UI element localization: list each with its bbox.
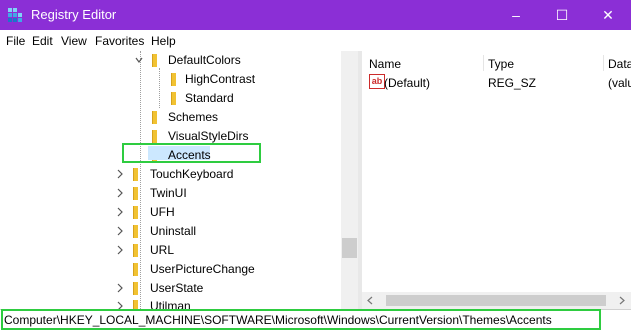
tree-item-label: HighContrast — [185, 72, 256, 86]
list-scrollbar-thumb[interactable] — [386, 295, 606, 306]
tree-item-highcontrast[interactable]: HighContrast — [0, 70, 341, 89]
folder-icon — [133, 187, 138, 200]
chevron-right-icon[interactable] — [116, 301, 124, 309]
tree-item-url[interactable]: URL — [0, 241, 341, 260]
tree-item-label: UFH — [150, 205, 175, 219]
chevron-right-icon[interactable] — [116, 188, 124, 198]
folder-icon — [152, 130, 157, 143]
minimize-button[interactable]: – — [493, 0, 539, 30]
folder-icon — [133, 263, 138, 276]
maximize-button[interactable]: ☐ — [539, 0, 585, 30]
menu-file[interactable]: File — [6, 34, 25, 48]
tree-item-label: VisualStyleDirs — [168, 129, 249, 143]
menu-bar: File Edit View Favorites Help — [0, 30, 631, 51]
tree-item-standard[interactable]: Standard — [0, 89, 341, 108]
folder-icon — [133, 168, 138, 181]
string-value-icon: ab — [369, 74, 385, 89]
registry-editor-app-icon — [8, 8, 22, 22]
tree-item-userpicturechange[interactable]: UserPictureChange — [0, 260, 341, 279]
folder-icon — [152, 111, 157, 124]
folder-icon — [133, 225, 138, 238]
chevron-right-icon[interactable] — [618, 296, 626, 305]
tree-item-ufh[interactable]: UFH — [0, 203, 341, 222]
close-button[interactable]: ✕ — [585, 0, 631, 30]
folder-icon — [133, 282, 138, 295]
column-header-name[interactable]: Name — [369, 57, 401, 71]
column-divider[interactable] — [483, 55, 484, 71]
menu-view[interactable]: View — [61, 34, 87, 48]
tree-item-label: DefaultColors — [168, 53, 241, 67]
tree-item-schemes[interactable]: Schemes — [0, 108, 341, 127]
folder-icon — [171, 73, 176, 86]
chevron-down-icon[interactable] — [135, 55, 143, 65]
value-name[interactable]: (Default) — [384, 76, 430, 90]
value-data[interactable]: (valu — [608, 76, 631, 90]
chevron-right-icon[interactable] — [116, 169, 124, 179]
tree-item-utilman[interactable]: Utilman — [0, 297, 341, 309]
folder-icon — [133, 206, 138, 219]
tree-item-label: Schemes — [168, 110, 219, 124]
folder-icon — [152, 54, 157, 67]
tree-item-label: TwinUI — [150, 186, 187, 200]
column-header-type[interactable]: Type — [488, 57, 514, 71]
tree-item-label: UserState — [150, 281, 204, 295]
tree-item-uninstall[interactable]: Uninstall — [0, 222, 341, 241]
tree-item-touchkeyboard[interactable]: TouchKeyboard — [0, 165, 341, 184]
tree-item-label: URL — [150, 243, 175, 257]
chevron-right-icon[interactable] — [116, 283, 124, 293]
tree-vertical-scrollbar[interactable] — [341, 51, 358, 309]
chevron-right-icon[interactable] — [116, 226, 124, 236]
window-title: Registry Editor — [31, 7, 117, 22]
tree-item-label: Standard — [185, 91, 234, 105]
registry-path: Computer\HKEY_LOCAL_MACHINE\SOFTWARE\Mic… — [4, 313, 552, 327]
tree-scrollbar-thumb[interactable] — [342, 238, 357, 258]
tree-item-defaultcolors[interactable]: DefaultColors — [0, 51, 341, 70]
menu-edit[interactable]: Edit — [32, 34, 53, 48]
menu-favorites[interactable]: Favorites — [95, 34, 144, 48]
registry-tree[interactable]: DefaultColors HighContrast Standard Sche… — [0, 51, 341, 309]
value-type[interactable]: REG_SZ — [488, 76, 536, 90]
tree-item-label: TouchKeyboard — [150, 167, 234, 181]
tree-item-label: UserPictureChange — [150, 262, 255, 276]
tree-item-label: Accents — [168, 148, 211, 162]
chevron-left-icon[interactable] — [366, 296, 374, 305]
tree-item-twinui[interactable]: TwinUI — [0, 184, 341, 203]
tree-item-label: Utilman — [150, 299, 191, 309]
folder-icon — [133, 300, 138, 309]
chevron-right-icon[interactable] — [116, 245, 124, 255]
chevron-right-icon[interactable] — [116, 207, 124, 217]
menu-help[interactable]: Help — [151, 34, 176, 48]
folder-icon — [133, 244, 138, 257]
column-header-data[interactable]: Data — [608, 57, 631, 71]
tree-item-label: Uninstall — [150, 224, 197, 238]
title-bar: Registry Editor – ☐ ✕ — [0, 0, 631, 30]
column-divider[interactable] — [603, 55, 604, 71]
tree-item-userstate[interactable]: UserState — [0, 279, 341, 298]
folder-icon — [171, 92, 176, 105]
